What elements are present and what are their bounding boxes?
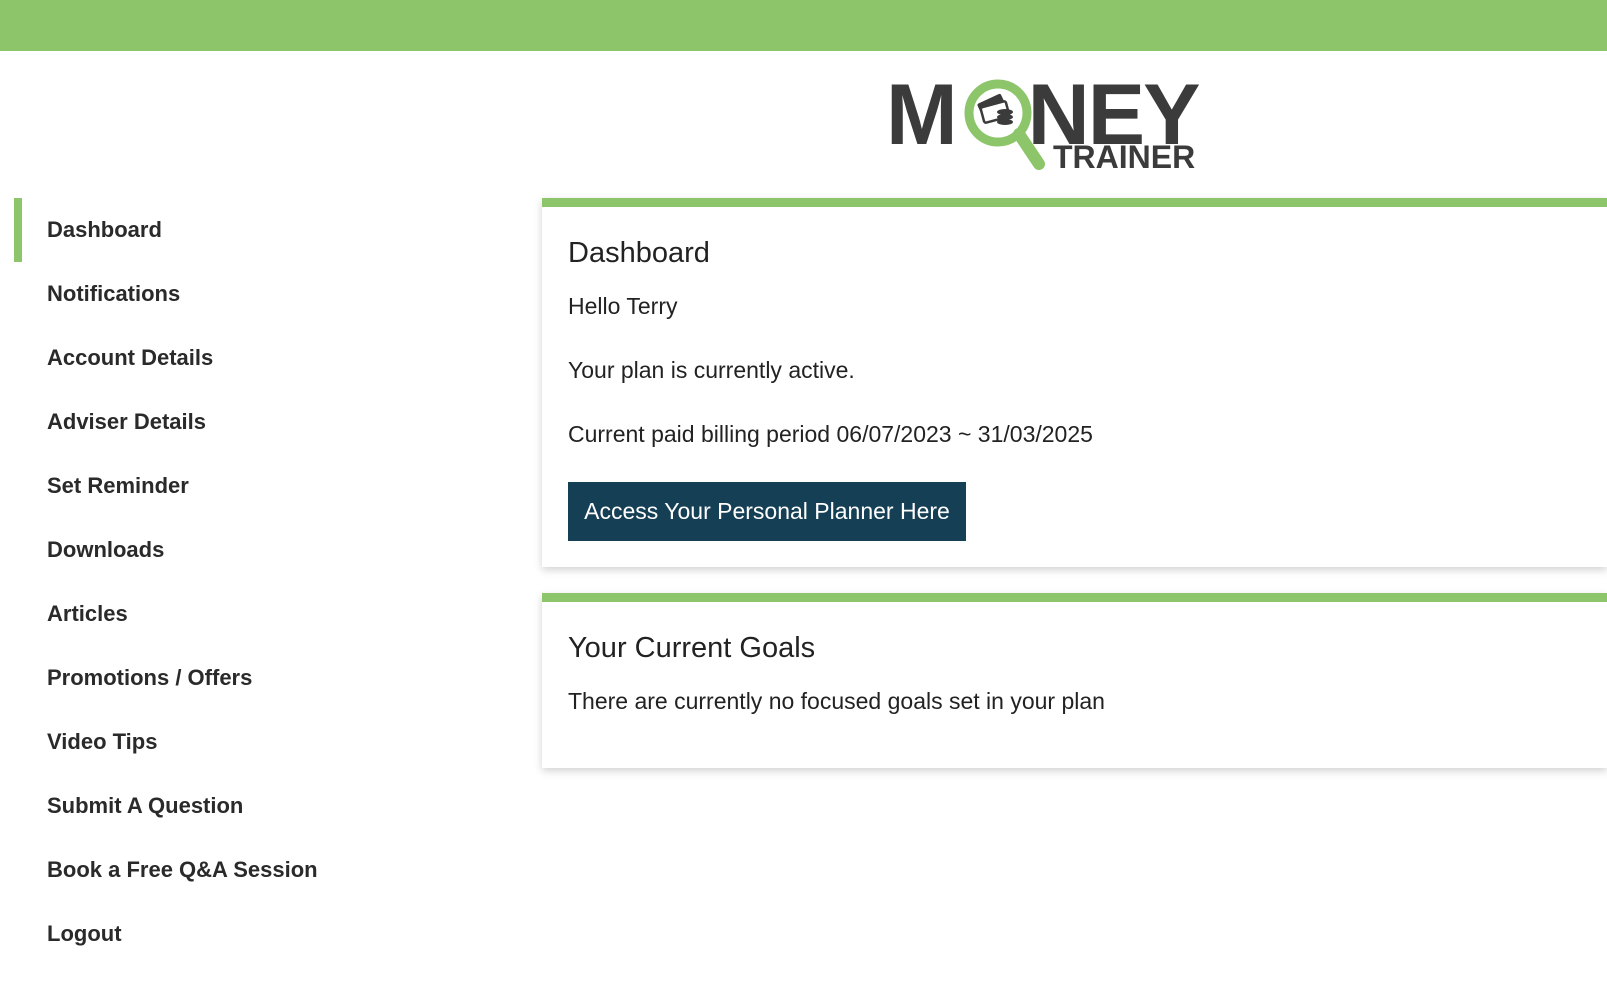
sidebar-item-book-qa-session[interactable]: Book a Free Q&A Session <box>14 838 434 902</box>
sidebar-item-video-tips[interactable]: Video Tips <box>14 710 434 774</box>
sidebar-item-dashboard[interactable]: Dashboard <box>14 198 434 262</box>
sidebar-item-set-reminder[interactable]: Set Reminder <box>14 454 434 518</box>
sidebar-item-notifications[interactable]: Notifications <box>14 262 434 326</box>
sidebar-item-promotions-offers[interactable]: Promotions / Offers <box>14 646 434 710</box>
greeting-text: Hello Terry <box>568 293 678 319</box>
dashboard-card: Dashboard Hello Terry Your plan is curre… <box>542 198 1607 567</box>
sidebar-item-account-details[interactable]: Account Details <box>14 326 434 390</box>
goals-title: Your Current Goals <box>568 632 816 664</box>
access-planner-button[interactable]: Access Your Personal Planner Here <box>568 482 966 541</box>
sidebar-nav: Dashboard Notifications Account Details … <box>14 198 434 966</box>
sidebar-item-submit-question[interactable]: Submit A Question <box>14 774 434 838</box>
logo-subtitle: TRAINER <box>1053 139 1196 175</box>
goals-empty-message: There are currently no focused goals set… <box>568 688 1105 714</box>
sidebar-item-downloads[interactable]: Downloads <box>14 518 434 582</box>
money-trainer-logo[interactable]: M NEY TRAINER <box>886 72 1216 176</box>
sidebar-item-adviser-details[interactable]: Adviser Details <box>14 390 434 454</box>
sidebar-item-articles[interactable]: Articles <box>14 582 434 646</box>
top-banner <box>0 0 1607 51</box>
sidebar-item-logout[interactable]: Logout <box>14 902 434 966</box>
plan-status-text: Your plan is currently active. <box>568 357 855 383</box>
current-goals-card: Your Current Goals There are currently n… <box>542 593 1607 768</box>
billing-period-text: Current paid billing period 06/07/2023 ~… <box>568 421 1093 447</box>
dashboard-title: Dashboard <box>568 237 710 269</box>
magnifier-money-icon <box>964 79 1045 170</box>
